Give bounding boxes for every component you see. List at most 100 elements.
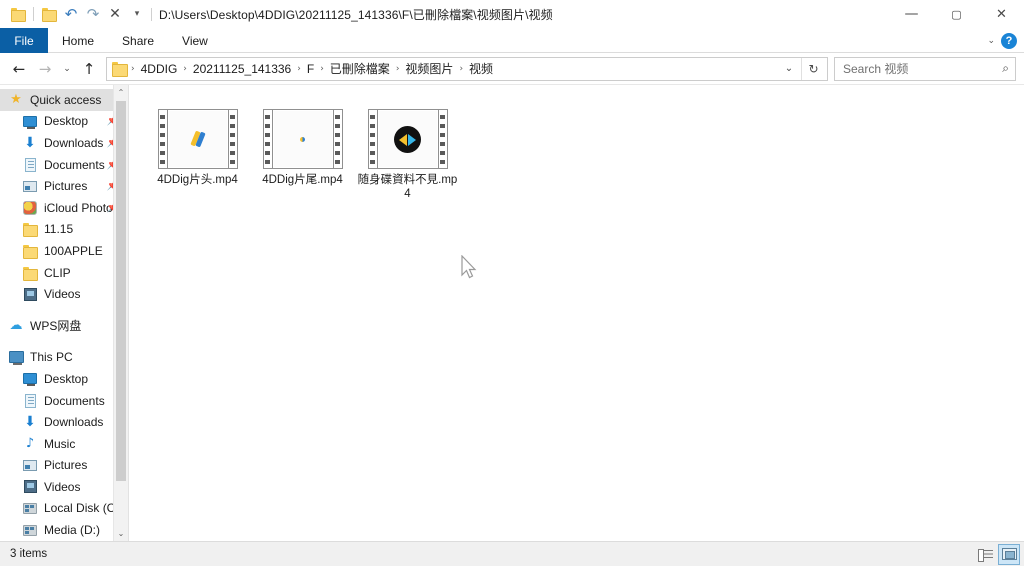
- tab-share[interactable]: Share: [108, 28, 168, 53]
- sidebar-item-pc-downloads[interactable]: ⬇ Downloads: [0, 411, 128, 433]
- view-mode-buttons: [974, 543, 1020, 565]
- sidebar-item-1115[interactable]: 11.15: [0, 219, 128, 241]
- undo-icon[interactable]: ↶: [60, 3, 82, 25]
- up-button[interactable]: ↑: [76, 56, 102, 82]
- film-perforation-left: [263, 110, 273, 168]
- file-name-label: 随身碟資料不見.mp4: [357, 174, 458, 200]
- ribbon-tab-bar: File Home Share View ⌄ ?: [0, 28, 1024, 53]
- sidebar-item-clip[interactable]: CLIP: [0, 262, 128, 284]
- sidebar-item-label: Desktop: [44, 371, 89, 386]
- sidebar-item-label: WPS网盘: [30, 319, 82, 334]
- sidebar-item-label: iCloud Photo: [44, 200, 113, 215]
- breadcrumb-item-deleted-files[interactable]: 已刪除檔案: [325, 58, 395, 79]
- sidebar-item-100apple[interactable]: 100APPLE: [0, 240, 128, 262]
- maximize-button[interactable]: ▢: [934, 0, 979, 28]
- close-button[interactable]: ✕: [979, 0, 1024, 28]
- scrollbar-thumb[interactable]: [116, 101, 126, 481]
- redo-icon[interactable]: ↷: [82, 3, 104, 25]
- properties-folder-icon[interactable]: [38, 3, 60, 25]
- sidebar-item-media-d[interactable]: Media (D:): [0, 519, 128, 541]
- sidebar-item-pictures[interactable]: Pictures 📌: [0, 175, 128, 197]
- videos-icon: [22, 286, 38, 302]
- video-thumbnail: [367, 109, 448, 169]
- chevron-down-icon[interactable]: ⌄: [777, 58, 801, 80]
- large-icons-view-button[interactable]: [998, 543, 1020, 565]
- sidebar-item-pc-music[interactable]: ♪ Music: [0, 433, 128, 455]
- monitor-icon: [22, 371, 38, 387]
- pictures-icon: [22, 178, 38, 194]
- cloud-icon: ☁: [9, 318, 23, 334]
- folder-icon: [22, 243, 38, 259]
- refresh-icon[interactable]: ↻: [801, 57, 825, 80]
- sidebar-item-label: Downloads: [44, 135, 104, 150]
- folder-icon[interactable]: [7, 3, 29, 25]
- breadcrumb-item-video-pictures[interactable]: 视频图片: [400, 58, 458, 79]
- tab-home[interactable]: Home: [48, 28, 108, 53]
- sidebar-item-label: Documents: [44, 157, 105, 172]
- sidebar-item-label: Music: [44, 436, 76, 451]
- breadcrumb-actions: ⌄ ↻: [777, 57, 825, 80]
- sidebar-item-downloads[interactable]: ⬇ Downloads 📌: [0, 132, 128, 154]
- sidebar-item-pc-videos[interactable]: Videos: [0, 476, 128, 498]
- navigation-pane-scrollbar[interactable]: ⌃ ⌄: [113, 85, 128, 541]
- help-icon[interactable]: ?: [1001, 32, 1017, 49]
- tab-view[interactable]: View: [168, 28, 222, 53]
- disk-icon: [22, 500, 38, 516]
- ribbon-right-controls: ⌄ ?: [987, 28, 1024, 53]
- sidebar-item-label: 11.15: [44, 222, 74, 237]
- sidebar-item-label: Desktop: [44, 114, 89, 129]
- navigation-tree: ★ Quick access Desktop 📌 ⬇ Downloads 📌 D…: [0, 85, 128, 541]
- breadcrumb-item-f[interactable]: F: [302, 60, 319, 78]
- breadcrumb-item-video[interactable]: 视频: [464, 58, 498, 79]
- breadcrumb-item-4ddig[interactable]: 4DDIG: [136, 60, 183, 78]
- sidebar-item-desktop[interactable]: Desktop 📌: [0, 111, 128, 133]
- thumbnail-image: [168, 111, 227, 167]
- breadcrumb-folder-icon: [112, 62, 128, 77]
- list-item[interactable]: 随身碟資料不見.mp4: [355, 107, 460, 203]
- chevron-down-icon[interactable]: ⌄: [987, 36, 995, 46]
- forward-button[interactable]: →: [32, 56, 58, 82]
- file-name-label: 4DDig片尾.mp4: [262, 174, 343, 186]
- sidebar-item-icloud-photo[interactable]: iCloud Photo 📌: [0, 197, 128, 219]
- breadcrumb[interactable]: › 4DDIG › 20211125_141336 › F › 已刪除檔案 › …: [106, 56, 828, 81]
- sidebar-item-videos[interactable]: Videos: [0, 283, 128, 305]
- film-perforation-left: [368, 110, 378, 168]
- breadcrumb-item-20211125[interactable]: 20211125_141336: [188, 60, 296, 78]
- scroll-down-icon[interactable]: ⌄: [114, 526, 128, 541]
- minimize-button[interactable]: —: [889, 0, 934, 28]
- download-icon: ⬇: [24, 134, 36, 151]
- sidebar-item-local-disk-c[interactable]: Local Disk (C:): [0, 498, 128, 520]
- search-input[interactable]: Search 视频 ⌕: [834, 56, 1016, 81]
- list-item[interactable]: 4DDig片头.mp4: [145, 107, 250, 203]
- back-button[interactable]: ←: [6, 56, 32, 82]
- sidebar-item-pc-documents[interactable]: Documents: [0, 390, 128, 412]
- recent-locations-button[interactable]: ⌄: [58, 56, 76, 82]
- file-name-label: 4DDig片头.mp4: [157, 174, 238, 186]
- sidebar-item-label: 100APPLE: [44, 243, 103, 258]
- sidebar-item-label: Local Disk (C:): [44, 501, 123, 516]
- explorer-body: ★ Quick access Desktop 📌 ⬇ Downloads 📌 D…: [0, 85, 1024, 541]
- title-bar: ↶ ↷ ✕ ▾ D:\Users\Desktop\4DDIG\20211125_…: [0, 0, 1024, 28]
- sidebar-item-label: Videos: [44, 479, 81, 494]
- qat-divider: [33, 7, 34, 21]
- sidebar-item-wps-cloud[interactable]: ☁ WPS网盘: [0, 315, 128, 337]
- sidebar-item-pc-pictures[interactable]: Pictures: [0, 455, 128, 477]
- scroll-up-icon[interactable]: ⌃: [114, 85, 128, 100]
- delete-icon[interactable]: ✕: [104, 3, 126, 25]
- sidebar-item-this-pc[interactable]: This PC: [0, 347, 128, 369]
- sidebar-item-pc-desktop[interactable]: Desktop: [0, 368, 128, 390]
- sidebar-item-documents[interactable]: Documents 📌: [0, 154, 128, 176]
- search-placeholder: Search 视频: [843, 62, 909, 76]
- sidebar-item-quick-access[interactable]: ★ Quick access: [0, 89, 128, 111]
- customize-qat-icon[interactable]: ▾: [126, 3, 148, 25]
- file-list-pane[interactable]: 4DDig片头.mp4 4DDig片尾.mp4 随身碟資料不見.mp4: [129, 85, 1024, 541]
- details-view-button[interactable]: [974, 544, 996, 565]
- tab-file[interactable]: File: [0, 28, 48, 53]
- list-item[interactable]: 4DDig片尾.mp4: [250, 107, 355, 203]
- undo-glyph: ↶: [64, 4, 78, 23]
- disk-icon: [22, 522, 38, 538]
- address-bar-row: ← → ⌄ ↑ › 4DDIG › 20211125_141336 › F › …: [0, 53, 1024, 85]
- fourddig-dot-icon: [300, 136, 305, 142]
- sidebar-item-label: Pictures: [44, 458, 88, 473]
